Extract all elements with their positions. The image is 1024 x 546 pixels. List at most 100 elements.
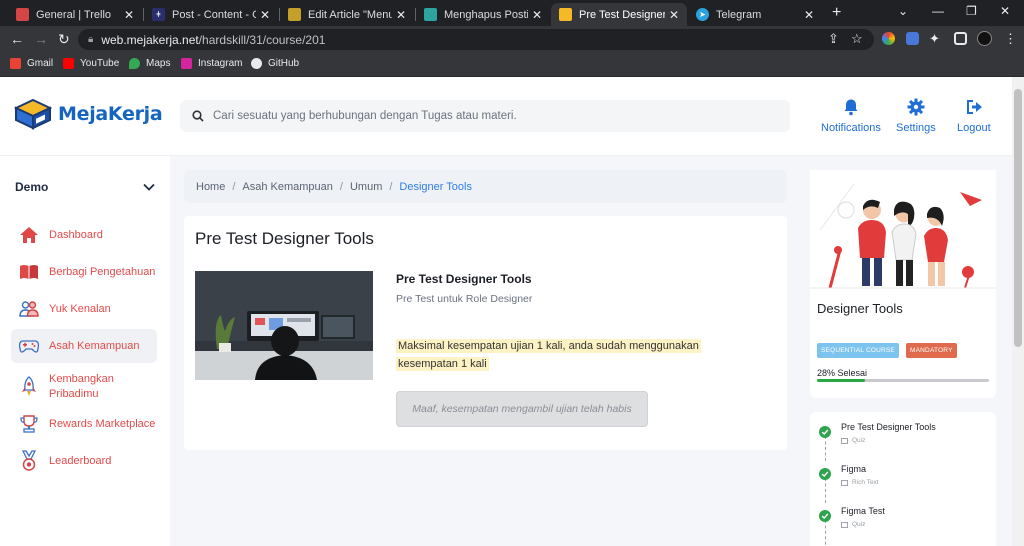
logo-text: MejaKerja bbox=[58, 103, 163, 125]
mejakerja-icon bbox=[559, 8, 572, 21]
logout-icon bbox=[966, 100, 982, 114]
lesson-type-label: Rich Text bbox=[852, 479, 879, 486]
puzzle-icon[interactable]: ✦ bbox=[929, 31, 940, 47]
close-icon[interactable]: ✕ bbox=[396, 8, 406, 22]
minimize-icon[interactable]: — bbox=[932, 4, 944, 18]
quiz-icon bbox=[841, 437, 848, 444]
share-icon[interactable]: ⇪ bbox=[828, 31, 839, 47]
logout-label: Logout bbox=[957, 122, 991, 134]
browser-tab[interactable]: Menghapus Postingan ✕ bbox=[416, 3, 550, 26]
back-icon[interactable]: ← bbox=[10, 31, 24, 47]
close-icon[interactable]: ✕ bbox=[124, 8, 134, 22]
sidebar-item-kembangkan-pribadimu[interactable]: Kembangkan Pribadimu bbox=[11, 366, 157, 408]
logo[interactable]: MejaKerja bbox=[14, 98, 163, 130]
window-close-icon[interactable]: ✕ bbox=[1000, 4, 1010, 18]
sidebar: Demo Dashboard Berbagi Pengetahuan Yuk K… bbox=[0, 156, 170, 546]
browser-tab[interactable]: Edit Article "Menu da ✕ bbox=[280, 3, 414, 26]
edit-article-icon bbox=[288, 8, 301, 21]
browser-tab[interactable]: General | Trello ✕ bbox=[8, 3, 142, 26]
bell-icon bbox=[844, 99, 858, 116]
lesson-type-label: Quiz bbox=[852, 521, 866, 528]
check-icon bbox=[819, 468, 831, 480]
lesson-list: Pre Test Designer Tools Quiz Figma Rich … bbox=[810, 412, 996, 546]
reload-icon[interactable]: ↻ bbox=[58, 31, 70, 48]
menu-dots-icon[interactable]: ⋮ bbox=[1004, 31, 1017, 47]
sidebar-item-asah-kemampuan[interactable]: Asah Kemampuan bbox=[11, 329, 157, 363]
mandatory-badge: MANDATORY bbox=[906, 343, 957, 358]
browser-tab-active[interactable]: Pre Test Designer Tools ✕ bbox=[551, 3, 687, 26]
rocket-icon bbox=[19, 376, 39, 397]
tab-search-icon[interactable]: ⌄ bbox=[898, 4, 908, 18]
check-icon bbox=[819, 510, 831, 522]
bookmark-star-icon[interactable]: ☆ bbox=[851, 31, 863, 47]
bookmark-github[interactable]: GitHub bbox=[251, 58, 299, 69]
sidebar-item-rewards-marketplace[interactable]: Rewards Marketplace bbox=[11, 407, 157, 441]
bookmark-maps[interactable]: Maps bbox=[129, 58, 170, 69]
page-scrollbar[interactable] bbox=[1012, 77, 1024, 546]
sidebar-item-leaderboard[interactable]: Leaderboard bbox=[11, 444, 157, 478]
gear-icon bbox=[907, 98, 925, 116]
gmail-icon bbox=[10, 58, 21, 69]
logout-button[interactable]: Logout bbox=[957, 98, 991, 134]
browser-tab-bar: General | Trello ✕ ǂ Post - Content - Gr… bbox=[0, 0, 1024, 26]
sidebar-item-dashboard[interactable]: Dashboard bbox=[11, 218, 157, 252]
workspace-selector[interactable]: Demo bbox=[15, 180, 155, 194]
profile-avatar[interactable] bbox=[977, 31, 992, 46]
lesson-item[interactable]: Pre Test Designer Tools Quiz bbox=[810, 422, 996, 462]
close-icon[interactable]: ✕ bbox=[669, 8, 679, 22]
settings-button[interactable]: Settings bbox=[896, 98, 936, 134]
search-bar[interactable] bbox=[180, 100, 790, 132]
bookmark-instagram[interactable]: Instagram bbox=[181, 58, 242, 69]
sidebar-item-yuk-kenalan[interactable]: Yuk Kenalan bbox=[11, 292, 157, 326]
bookmark-label: Instagram bbox=[198, 58, 243, 69]
address-bar[interactable]: 🔒︎ web.mejakerja.net/hardskill/31/course… bbox=[78, 29, 874, 50]
url-path: /hardskill/31/course/201 bbox=[198, 32, 326, 47]
bookmark-gmail[interactable]: Gmail bbox=[10, 58, 53, 69]
breadcrumb-separator: / bbox=[232, 180, 236, 193]
telegram-icon: ➤ bbox=[696, 8, 709, 21]
test-subtitle: Pre Test untuk Role Designer bbox=[396, 293, 533, 305]
extension-docs-icon[interactable] bbox=[906, 32, 919, 45]
progress-bar bbox=[817, 379, 989, 382]
close-icon[interactable]: ✕ bbox=[532, 8, 542, 22]
scrollbar-thumb[interactable] bbox=[1014, 89, 1022, 347]
extension-color-icon[interactable] bbox=[882, 32, 895, 45]
lesson-name: Figma Test bbox=[841, 506, 885, 516]
lesson-item[interactable]: Figma Test Quiz bbox=[810, 506, 996, 546]
lesson-item[interactable]: Figma Rich Text bbox=[810, 464, 996, 504]
close-icon[interactable]: ✕ bbox=[260, 8, 270, 22]
progress-bar-fill bbox=[817, 379, 866, 382]
notifications-button[interactable]: Notifications bbox=[821, 98, 881, 134]
bookmark-youtube[interactable]: YouTube bbox=[63, 58, 119, 69]
sidepanel-icon[interactable] bbox=[954, 32, 967, 45]
sidebar-item-berbagi-pengetahuan[interactable]: Berbagi Pengetahuan bbox=[11, 255, 157, 289]
progress-label: 28% Selesai bbox=[817, 368, 868, 378]
attempt-warning-text: Maksimal kesempatan ujian 1 kali, anda s… bbox=[396, 339, 701, 371]
search-input[interactable] bbox=[213, 110, 773, 122]
restore-icon[interactable]: ❐ bbox=[966, 4, 977, 18]
breadcrumb-asah-kemampuan[interactable]: Asah Kemampuan bbox=[242, 181, 333, 193]
page-title: Pre Test Designer Tools bbox=[195, 229, 374, 248]
lesson-name: Figma bbox=[841, 464, 867, 474]
bookmark-label: YouTube bbox=[80, 58, 120, 69]
browser-tab[interactable]: ǂ Post - Content - Graph ✕ bbox=[144, 3, 278, 26]
start-test-button-disabled[interactable]: Maaf, kesempatan mengambil ujian telah h… bbox=[396, 391, 648, 427]
lesson-type: Quiz bbox=[841, 437, 865, 444]
sidebar-item-label: Yuk Kenalan bbox=[49, 302, 111, 315]
lesson-type: Quiz bbox=[841, 521, 865, 528]
breadcrumb-home[interactable]: Home bbox=[196, 181, 225, 193]
breadcrumb-umum[interactable]: Umum bbox=[350, 181, 382, 193]
browser-toolbar: ← → ↻ 🔒︎ web.mejakerja.net/hardskill/31/… bbox=[0, 26, 1024, 53]
trello-icon bbox=[16, 8, 29, 21]
medal-icon bbox=[19, 450, 39, 471]
tab-label: Telegram bbox=[716, 8, 762, 21]
github-icon bbox=[251, 58, 262, 69]
tab-label: Edit Article "Menu da bbox=[308, 8, 392, 21]
forward-icon[interactable]: → bbox=[34, 31, 48, 47]
tab-label: Menghapus Postingan bbox=[444, 8, 528, 21]
bookmark-label: GitHub bbox=[268, 58, 300, 69]
new-tab-button[interactable]: + bbox=[832, 4, 841, 22]
close-icon[interactable]: ✕ bbox=[804, 8, 814, 22]
browser-tab[interactable]: ➤ Telegram ✕ bbox=[688, 3, 822, 26]
attempt-warning: Maksimal kesempatan ujian 1 kali, anda s… bbox=[396, 337, 758, 373]
